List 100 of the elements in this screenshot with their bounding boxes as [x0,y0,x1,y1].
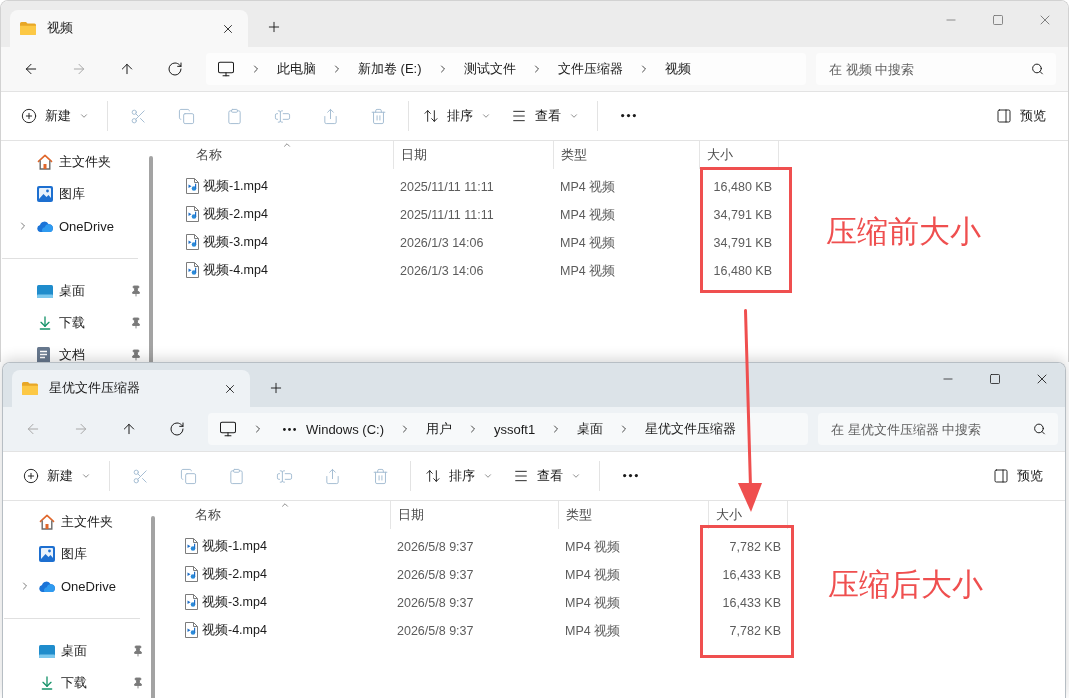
lines-icon [511,108,527,124]
sort-button[interactable]: 排序 [417,460,501,492]
breadcrumb-item[interactable]: 用户 [426,417,452,441]
video-file-icon [185,594,198,610]
preview-button[interactable]: 预览 [985,460,1051,492]
file-type: MP4 视频 [560,207,616,222]
plus-icon [266,19,282,35]
sort-button[interactable]: 排序 [415,100,499,132]
desktop-icon [37,284,53,298]
file-type: MP4 视频 [560,263,616,278]
file-size: 16,433 KB [722,568,781,582]
file-size: 7,782 KB [729,540,781,554]
sidebar-item[interactable]: 主文件夹 [1,146,149,178]
file-size: 16,433 KB [722,596,781,610]
video-file-icon [186,206,199,222]
folder-icon [22,382,38,395]
column-header[interactable]: 类型 [558,501,708,529]
file-size: 34,791 KB [713,236,772,250]
download-icon [37,315,53,331]
annotation-label: 压缩后大小 [828,566,983,604]
computer-icon [217,60,235,78]
address-bar[interactable]: 此电脑 新加卷 (E:) 测试文件 文件压缩器 视频 [206,53,806,85]
video-file-icon [186,234,199,250]
address-bar[interactable]: Windows (C:) 用户 yssoft1 桌面 星优文件压缩器 [208,413,808,445]
sidebar-item[interactable]: OneDrive [3,570,151,602]
sidebar-item[interactable]: 下载 [1,307,149,339]
file-name[interactable]: 视频-3.mp4 [203,233,268,251]
breadcrumb-item[interactable]: 星优文件压缩器 [645,417,737,441]
picture-icon [37,186,53,202]
file-name[interactable]: 视频-1.mp4 [203,177,268,195]
breadcrumb-item[interactable]: 新加卷 (E:) [358,57,422,81]
sidebar-item[interactable]: 桌面 [1,275,149,307]
caret-icon [569,111,579,121]
tab[interactable]: 星优文件压缩器 [12,370,250,407]
sidebar-item[interactable]: 下载 [3,667,151,698]
preview-button[interactable]: 预览 [988,100,1054,132]
sidebar-item[interactable]: 桌面 [3,635,151,667]
sidebar-item[interactable]: 图库 [1,178,149,210]
file-date: 2026/5/8 9:37 [397,568,474,582]
breadcrumb-item[interactable]: yssoft1 [494,417,536,441]
search-field[interactable]: 在 视频 中搜索 [816,53,1056,85]
caret-icon [79,111,89,121]
maximize-icon [988,373,1001,385]
picture-icon [39,546,55,562]
new-button[interactable]: 新建 [15,460,99,492]
caret-icon [81,471,91,481]
file-name[interactable]: 视频-3.mp4 [202,593,267,611]
file-type: MP4 视频 [560,179,616,194]
house-icon [37,154,53,170]
new-button[interactable]: 新建 [13,100,97,132]
computer-icon [219,420,237,438]
plus-icon [268,380,284,396]
file-date: 2026/5/8 9:37 [397,624,474,638]
view-button[interactable]: 查看 [503,100,587,132]
cloud-icon [37,220,53,232]
maximize-icon [991,14,1004,26]
sort-arrows-icon [425,468,441,484]
breadcrumb-item[interactable]: Windows (C:) [306,417,384,441]
file-name[interactable]: 视频-1.mp4 [202,537,267,555]
plus-circle-icon [21,108,37,124]
column-header[interactable]: 类型 [553,141,699,169]
caret-icon [481,111,491,121]
column-header[interactable]: 名称 [180,501,390,529]
scrollbar-thumb[interactable] [151,516,155,698]
download-icon [39,675,55,691]
cloud-icon [39,580,55,592]
column-header[interactable]: 名称 [181,141,393,169]
breadcrumb-item[interactable]: 此电脑 [277,57,316,81]
annotation-label: 压缩前大小 [826,213,981,251]
breadcrumb-item[interactable]: 测试文件 [463,57,516,81]
scrollbar-thumb[interactable] [149,156,153,362]
file-date: 2025/11/11 11:11 [400,208,494,222]
sidebar-item[interactable]: OneDrive [1,210,149,242]
search-icon [1033,422,1046,436]
file-size: 16,480 KB [713,180,772,194]
file-type: MP4 视频 [565,539,621,554]
tab[interactable]: 视频 [10,10,248,47]
caret-icon [282,140,292,150]
file-size: 16,480 KB [713,264,772,278]
sidebar-item[interactable]: 图库 [3,538,151,570]
column-header[interactable]: 日期 [393,141,553,169]
file-type: MP4 视频 [560,235,616,250]
video-file-icon [185,622,198,638]
column-header[interactable]: 日期 [390,501,558,529]
search-field[interactable]: 在 星优文件压缩器 中搜索 [818,413,1058,445]
file-name[interactable]: 视频-4.mp4 [203,261,268,279]
folder-icon [20,22,36,35]
breadcrumb-item[interactable]: 视频 [664,57,691,81]
sidebar-item[interactable]: 文档 [1,339,149,362]
breadcrumb-item[interactable]: 桌面 [577,417,604,441]
view-button[interactable]: 查看 [505,460,589,492]
sidebar-item[interactable]: 主文件夹 [3,506,151,538]
panel-icon [996,108,1012,124]
column-header[interactable]: 大小 [699,141,779,169]
file-name[interactable]: 视频-2.mp4 [203,205,268,223]
file-date: 2026/1/3 14:06 [400,236,484,250]
file-date: 2025/11/11 11:11 [400,180,494,194]
file-name[interactable]: 视频-4.mp4 [202,621,267,639]
breadcrumb-item[interactable]: 文件压缩器 [557,57,623,81]
file-name[interactable]: 视频-2.mp4 [202,565,267,583]
